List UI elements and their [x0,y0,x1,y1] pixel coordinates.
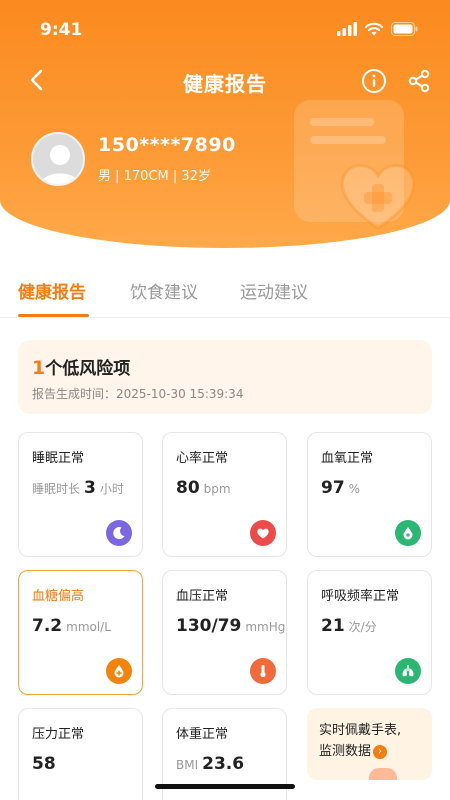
lungs-icon [395,658,421,684]
moon-icon [106,520,132,546]
metric-value: 80 bpm [176,478,231,498]
wear-watch-promo-card[interactable]: 实时佩戴手表, 监测数据 › [307,708,432,780]
metric-unit: mmHg [245,620,286,634]
info-icon[interactable] [361,68,387,94]
health-report-illustration [294,100,416,230]
hand-illustration [369,768,397,780]
metric-value: 21 次/分 [321,616,377,636]
promo-line-1: 实时佩戴手表, [319,723,402,738]
heart-icon [250,520,276,546]
metric-number: 130/79 [176,616,242,636]
metric-value: 58 [32,754,56,774]
risk-count: 1 [32,357,46,379]
metric-title: 体重正常 [176,727,229,742]
tab-diet-advice[interactable]: 饮食建议 [130,278,198,303]
metric-number: 23.6 [202,754,245,774]
report-tabs: 健康报告 饮食建议 运动建议 [0,270,450,318]
promo-text: 实时佩戴手表, 监测数据 › [319,720,401,762]
risk-summary-title: 1个低风险项 [32,354,130,379]
metric-unit: % [348,482,361,496]
metric-card-heart-rate[interactable]: 心率正常 80 bpm [162,432,287,557]
metric-prefix: 睡眠时长 [32,482,81,496]
metric-number: 7.2 [32,616,63,636]
metric-card-sleep[interactable]: 睡眠正常 睡眠时长 3 小时 [18,432,143,557]
signal-icon [337,22,357,36]
header-banner: 9:41 健康报告 150****7890 男 | 170CM | 32岁 [0,0,450,248]
metric-title: 压力正常 [32,727,85,742]
metric-number: 3 [84,478,96,498]
metric-number: 80 [176,478,200,498]
tab-health-report[interactable]: 健康报告 [18,278,86,303]
metric-card-stress[interactable]: 压力正常 58 [18,708,143,800]
user-avatar-icon [41,145,79,184]
wifi-icon [365,22,383,36]
tab-exercise-advice[interactable]: 运动建议 [240,278,308,303]
metric-card-blood-oxygen[interactable]: 血氧正常 97% [307,432,432,557]
user-phone: 150****7890 [98,134,236,156]
metric-value: 130/79 mmHg [176,616,285,636]
thermometer-icon [250,658,276,684]
status-icons [337,22,418,36]
metric-value: 97% [321,478,360,498]
metric-title: 呼吸频率正常 [321,589,400,604]
metric-number: 58 [32,754,56,774]
active-tab-indicator [18,314,89,317]
metric-unit: 小时 [99,482,124,496]
metric-prefix: BMI [176,758,199,772]
oxygen-icon [395,520,421,546]
blood-drop-icon [106,658,132,684]
status-bar: 9:41 [0,0,450,60]
report-generated-time: 报告生成时间：2025-10-30 15:39:34 [32,387,244,401]
metric-card-blood-sugar[interactable]: 血糖偏高 7.2 mmol/L [18,570,143,695]
metric-title: 血氧正常 [321,451,374,466]
metric-title: 血压正常 [176,589,229,604]
metric-title: 血糖偏高 [32,589,85,604]
home-indicator [155,784,295,789]
metric-card-blood-pressure[interactable]: 血压正常 130/79 mmHg [162,570,287,695]
metric-number: 97 [321,478,345,498]
metric-number: 21 [321,616,345,636]
share-icon[interactable] [406,68,432,94]
risk-summary-card: 1个低风险项 报告生成时间：2025-10-30 15:39:34 [18,340,432,414]
metric-unit: 次/分 [348,620,377,634]
metric-value: 睡眠时长 3 小时 [32,478,124,498]
risk-label: 个低风险项 [45,359,131,379]
metric-unit: bpm [203,482,231,496]
metric-card-respiration[interactable]: 呼吸频率正常 21 次/分 [307,570,432,695]
battery-icon [391,22,418,36]
avatar[interactable] [31,132,85,186]
promo-line-2: 监测数据 [319,744,372,759]
user-profile-info: 男 | 170CM | 32岁 [98,169,211,184]
metric-title: 睡眠正常 [32,451,85,466]
metric-unit: mmol/L [66,620,111,634]
chevron-right-icon: › [373,744,388,759]
metric-value: 7.2 mmol/L [32,616,111,636]
status-time: 9:41 [40,20,83,40]
metric-value: BMI 23.6 [176,754,244,774]
metric-title: 心率正常 [176,451,229,466]
